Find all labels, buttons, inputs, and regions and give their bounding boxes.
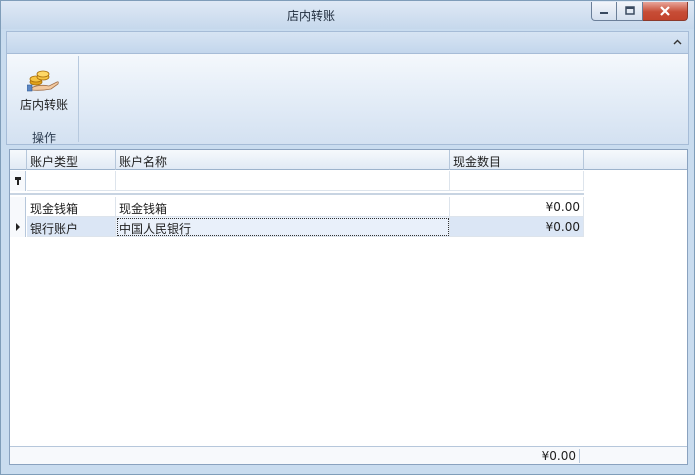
- cell-account-type[interactable]: 现金钱箱: [27, 197, 116, 217]
- row-indicator: [10, 197, 26, 217]
- maximize-button[interactable]: [617, 2, 643, 21]
- minimize-icon: [600, 12, 608, 14]
- close-button[interactable]: [643, 2, 688, 21]
- row-indicator: [10, 217, 26, 237]
- in-store-transfer-button[interactable]: 店内转账: [13, 64, 75, 114]
- in-store-transfer-label: 店内转账: [19, 98, 68, 112]
- window-controls: [591, 2, 688, 21]
- footer-total-cash: ¥0.00: [450, 449, 580, 463]
- accounts-grid[interactable]: 账户类型 账户名称 现金数目 现金钱箱 现金钱箱 ¥0.00 银行账户 中国人民…: [9, 149, 688, 465]
- window-title: 店内转账: [286, 9, 335, 23]
- minimize-button[interactable]: [591, 2, 617, 21]
- cell-account-type[interactable]: 银行账户: [27, 217, 116, 237]
- filter-separator: [10, 193, 584, 195]
- ribbon-tab-bar: [6, 31, 689, 53]
- column-header-cash-amount[interactable]: 现金数目: [450, 150, 584, 170]
- filter-cell-account-type[interactable]: [27, 171, 116, 191]
- coins-hand-icon: [27, 70, 59, 92]
- column-header-account-name[interactable]: 账户名称: [116, 150, 450, 170]
- filter-row-indicator: [10, 171, 26, 191]
- ribbon-collapse-button[interactable]: [673, 36, 682, 50]
- cell-account-name[interactable]: 中国人民银行: [116, 217, 450, 237]
- table-row[interactable]: 银行账户 中国人民银行 ¥0.00: [10, 217, 584, 237]
- column-header-account-type[interactable]: 账户类型: [27, 150, 116, 170]
- close-icon: [660, 5, 670, 16]
- filter-cell-account-name[interactable]: [116, 171, 450, 191]
- transfer-window: 店内转账 店内转账 操作 账户类型 账户名称 现金数目 现金钱箱 现金钱箱 ¥0…: [0, 0, 695, 475]
- grid-footer: ¥0.00: [10, 446, 687, 464]
- current-row-arrow-icon: [15, 223, 20, 231]
- title-bar[interactable]: 店内转账: [1, 1, 694, 29]
- ribbon-body: 店内转账 操作: [6, 53, 689, 145]
- cell-cash-amount[interactable]: ¥0.00: [450, 197, 584, 217]
- table-row[interactable]: 现金钱箱 现金钱箱 ¥0.00: [10, 197, 584, 217]
- filter-icon: [14, 177, 21, 185]
- header-indicator-cell: [10, 150, 27, 170]
- chevron-up-icon: [673, 39, 682, 45]
- cell-cash-amount[interactable]: ¥0.00: [450, 217, 584, 237]
- filter-row: [10, 171, 584, 191]
- ribbon-group-operations: 店内转账 操作: [9, 56, 79, 145]
- maximize-icon: [624, 6, 635, 15]
- filter-cell-cash-amount[interactable]: [450, 171, 584, 191]
- cell-account-name[interactable]: 现金钱箱: [116, 197, 450, 217]
- ribbon-group-label: 操作: [31, 131, 56, 145]
- grid-header: 账户类型 账户名称 现金数目: [10, 150, 687, 170]
